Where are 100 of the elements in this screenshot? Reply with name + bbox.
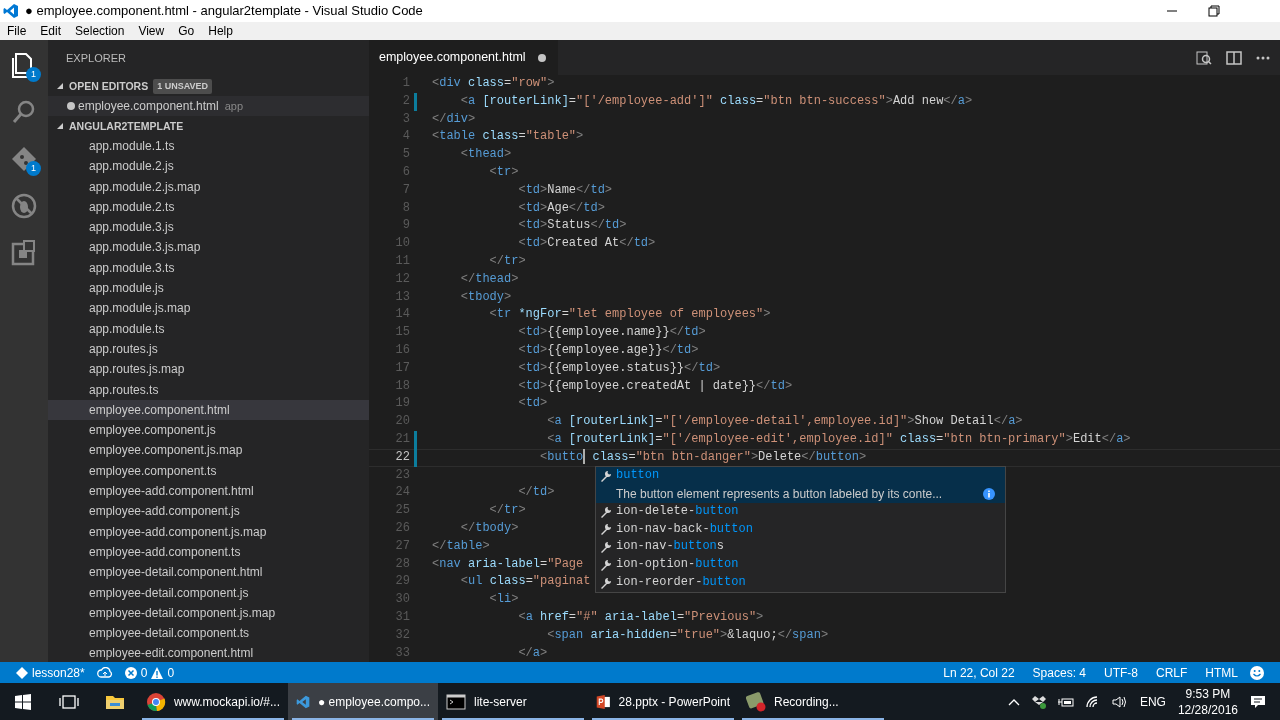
more-icon[interactable] bbox=[1256, 55, 1270, 60]
taskbar-app[interactable]: Recording... bbox=[738, 683, 888, 720]
code-line: </table> bbox=[432, 537, 490, 555]
line-number: 18 bbox=[394, 377, 410, 395]
suggestion-item[interactable]: ion-nav-buttons bbox=[596, 538, 1005, 557]
taskbar-app[interactable]: ● employee.compo... bbox=[288, 683, 438, 720]
line-number: 27 bbox=[394, 537, 410, 555]
sidebar-file[interactable]: app.module.3.ts bbox=[48, 257, 369, 279]
code-line: </tbody> bbox=[459, 519, 519, 537]
status-item[interactable]: HTML bbox=[1205, 663, 1238, 682]
menu-item[interactable]: File bbox=[0, 22, 34, 40]
sidebar-file[interactable]: app.module.2.js bbox=[48, 156, 369, 177]
wrench-icon bbox=[600, 541, 612, 554]
sidebar-file[interactable]: app.module.js.map bbox=[48, 298, 369, 319]
clock-date[interactable]: 12/28/2016 bbox=[1177, 701, 1238, 718]
sidebar-file[interactable]: app.module.3.js bbox=[48, 217, 369, 238]
code-line: <butto class="btn btn-danger">Delete</button> bbox=[539, 448, 867, 467]
split-editor-icon[interactable] bbox=[1226, 49, 1242, 66]
code-line: <table class="table"> bbox=[432, 128, 584, 146]
error-count[interactable]: 0 bbox=[140, 663, 148, 682]
sync-icon[interactable] bbox=[96, 666, 113, 679]
status-item[interactable]: Spaces: 4 bbox=[1032, 663, 1086, 682]
language-indicator[interactable]: ENG bbox=[1139, 692, 1166, 711]
status-item[interactable]: CRLF bbox=[1156, 663, 1188, 682]
dropbox-icon[interactable] bbox=[1031, 694, 1046, 709]
count-badge: 1 bbox=[26, 67, 41, 82]
sidebar-file[interactable]: employee-detail.component.ts bbox=[48, 623, 369, 644]
wifi-icon[interactable] bbox=[1085, 695, 1100, 708]
task-view-icon[interactable] bbox=[59, 694, 79, 709]
sidebar-file[interactable]: employee-detail.component.html bbox=[48, 562, 369, 583]
sidebar-file[interactable]: employee.component.html bbox=[48, 399, 369, 421]
line-number: 1 bbox=[401, 75, 410, 92]
sidebar-file[interactable]: employee.component.js.map bbox=[48, 440, 369, 461]
line-number: 29 bbox=[394, 573, 410, 591]
section-header[interactable]: ANGULAR2TEMPLATE bbox=[69, 116, 184, 136]
section-header[interactable]: OPEN EDITORS bbox=[69, 76, 149, 96]
sidebar-file[interactable]: app.module.3.js.map bbox=[48, 237, 369, 258]
sidebar-file[interactable]: app.module.2.js.map bbox=[48, 176, 369, 197]
wrench-icon bbox=[600, 469, 612, 482]
menu-item[interactable]: View bbox=[131, 22, 172, 40]
chevron-up-icon[interactable] bbox=[1007, 697, 1020, 706]
line-number: 4 bbox=[401, 128, 410, 146]
menu-item[interactable]: Selection bbox=[68, 22, 132, 40]
sidebar-file[interactable]: employee-detail.component.js bbox=[48, 582, 369, 603]
suggestion-item[interactable]: ion-reorder-button bbox=[596, 574, 1005, 592]
debug-icon[interactable] bbox=[10, 192, 38, 220]
windows-start-icon[interactable] bbox=[15, 693, 31, 710]
suggestion-item[interactable]: ion-option-button bbox=[596, 556, 1005, 574]
editor-tab[interactable]: employee.component.html bbox=[369, 40, 558, 75]
smiley-icon[interactable] bbox=[1250, 665, 1264, 680]
restore-icon[interactable] bbox=[1208, 5, 1220, 17]
warning-count[interactable]: 0 bbox=[167, 663, 175, 682]
notifications-icon[interactable] bbox=[1250, 693, 1266, 710]
sidebar-file[interactable]: app.routes.js.map bbox=[48, 359, 369, 380]
expanded-arrow-icon[interactable] bbox=[56, 82, 64, 90]
suggestion-item[interactable]: ion-nav-back-button bbox=[596, 520, 1005, 539]
sidebar-file[interactable]: app.module.js bbox=[48, 278, 369, 299]
menu-item[interactable]: Help bbox=[201, 22, 240, 40]
taskbar-app[interactable]: www.mockapi.io/#... bbox=[138, 683, 288, 720]
sidebar-file[interactable]: app.module.2.ts bbox=[48, 196, 369, 218]
expanded-arrow-icon[interactable] bbox=[56, 122, 64, 130]
code-line: <td>Age</td> bbox=[517, 199, 605, 217]
battery-icon[interactable] bbox=[1057, 695, 1074, 708]
suggestion-item[interactable]: button The button element represents a button labeled by its conte... bbox=[596, 467, 1005, 503]
line-number: 6 bbox=[401, 164, 410, 181]
sidebar-file[interactable]: employee-add.component.ts bbox=[48, 541, 369, 563]
sidebar-file[interactable]: employee-add.component.js bbox=[48, 501, 369, 522]
sidebar-file[interactable]: app.routes.ts bbox=[48, 379, 369, 400]
line-number: 33 bbox=[394, 644, 410, 662]
terminal-icon bbox=[446, 691, 466, 712]
menu-item[interactable]: Edit bbox=[33, 22, 69, 40]
sidebar-file[interactable]: employee-add.component.js.map bbox=[48, 521, 369, 542]
open-editor-item[interactable]: employee.component.html bbox=[78, 96, 219, 116]
volume-icon[interactable] bbox=[1111, 695, 1128, 708]
info-icon[interactable] bbox=[983, 487, 995, 500]
suggestion-item[interactable]: ion-delete-button bbox=[596, 502, 1005, 521]
line-number: 10 bbox=[394, 235, 410, 253]
status-item[interactable]: Ln 22, Col 22 bbox=[943, 663, 1015, 682]
status-item[interactable]: UTF-8 bbox=[1104, 663, 1138, 682]
menu-item[interactable]: Go bbox=[171, 22, 202, 40]
line-number: 5 bbox=[401, 146, 410, 164]
sidebar-file[interactable]: employee.component.ts bbox=[48, 460, 369, 482]
extensions-icon[interactable] bbox=[10, 239, 38, 267]
preview-icon[interactable] bbox=[1196, 49, 1212, 66]
taskbar-app[interactable]: 28.pptx - PowerPoint bbox=[588, 683, 738, 720]
taskbar-app[interactable]: lite-server bbox=[438, 683, 588, 720]
sidebar-title: EXPLORER bbox=[65, 51, 127, 66]
line-number: 3 bbox=[401, 110, 410, 128]
sidebar-file[interactable]: app.routes.js bbox=[48, 338, 369, 360]
code-line: <td>{{employee.createdAt | date}}</td> bbox=[517, 377, 793, 395]
clock-time[interactable]: 9:53 PM bbox=[1177, 685, 1238, 702]
sidebar-file[interactable]: app.module.1.ts bbox=[48, 136, 369, 157]
sidebar-file[interactable]: employee.component.js bbox=[48, 420, 369, 441]
sidebar-file[interactable]: app.module.ts bbox=[48, 318, 369, 339]
sidebar-file[interactable]: employee-edit.component.html bbox=[48, 643, 369, 662]
code-line: <a href="#" aria-label="Previous"> bbox=[517, 608, 764, 626]
code-line: <td> bbox=[517, 395, 548, 413]
sidebar-file[interactable]: employee-detail.component.js.map bbox=[48, 602, 369, 624]
branch-name[interactable]: lesson28* bbox=[32, 663, 85, 682]
sidebar-file[interactable]: employee-add.component.html bbox=[48, 481, 369, 502]
